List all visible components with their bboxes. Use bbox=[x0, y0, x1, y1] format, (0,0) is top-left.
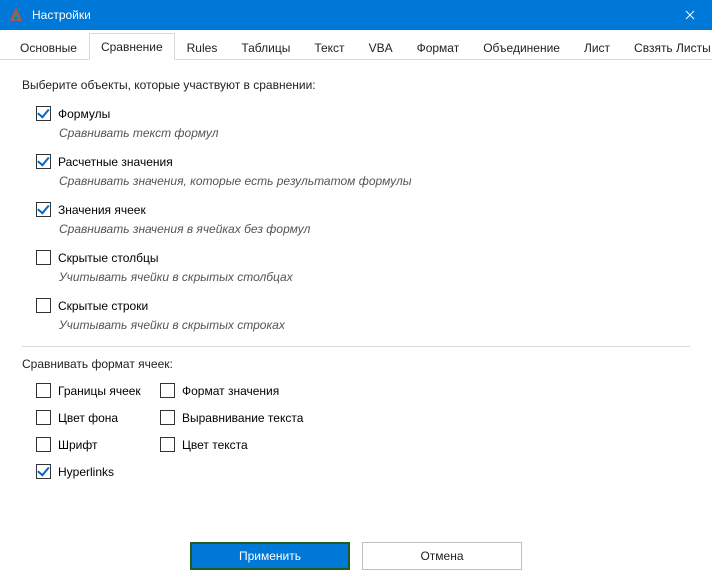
checkbox-label: Скрытые строки bbox=[58, 299, 148, 313]
apply-button[interactable]: Применить bbox=[190, 542, 350, 570]
checkbox-label: Hyperlinks bbox=[58, 465, 114, 479]
titlebar: Настройки bbox=[0, 0, 712, 30]
format-grid: Границы ячеек Формат значения Цвет фона … bbox=[36, 383, 690, 479]
intro-text: Выберите объекты, которые участвуют в ср… bbox=[22, 78, 690, 92]
checkbox-font[interactable] bbox=[36, 437, 51, 452]
option-desc: Учитывать ячейки в скрытых столбцах bbox=[59, 270, 690, 284]
option-hidden-cols: Скрытые столбцы Учитывать ячейки в скрыт… bbox=[36, 250, 690, 284]
option-desc: Сравнивать значения, которые есть резуль… bbox=[59, 174, 690, 188]
tabstrip: Основные Сравнение Rules Таблицы Текст V… bbox=[0, 30, 712, 60]
checkbox-hidden-rows[interactable] bbox=[36, 298, 51, 313]
format-option-align: Выравнивание текста bbox=[160, 410, 340, 425]
tab-content: Выберите объекты, которые участвуют в ср… bbox=[0, 60, 712, 530]
checkbox-hyperlinks[interactable] bbox=[36, 464, 51, 479]
checkbox-label: Шрифт bbox=[58, 438, 97, 452]
checkbox-calculated[interactable] bbox=[36, 154, 51, 169]
close-button[interactable] bbox=[667, 0, 712, 30]
checkbox-label: Выравнивание текста bbox=[182, 411, 303, 425]
checkbox-text-color[interactable] bbox=[160, 437, 175, 452]
format-option-borders: Границы ячеек bbox=[36, 383, 156, 398]
checkbox-label: Расчетные значения bbox=[58, 155, 173, 169]
tab-format[interactable]: Формат bbox=[405, 34, 472, 60]
format-section-label: Сравнивать формат ячеек: bbox=[22, 357, 690, 371]
checkbox-hidden-cols[interactable] bbox=[36, 250, 51, 265]
tab-text[interactable]: Текст bbox=[302, 34, 356, 60]
tab-compare[interactable]: Сравнение bbox=[89, 33, 175, 60]
footer: Применить Отмена bbox=[0, 530, 712, 582]
checkbox-label: Формулы bbox=[58, 107, 110, 121]
format-option-hyperlinks: Hyperlinks bbox=[36, 464, 156, 479]
option-desc: Сравнивать текст формул bbox=[59, 126, 690, 140]
tab-main[interactable]: Основные bbox=[8, 34, 89, 60]
checkbox-align[interactable] bbox=[160, 410, 175, 425]
checkbox-label: Скрытые столбцы bbox=[58, 251, 159, 265]
format-option-text-color: Цвет текста bbox=[160, 437, 340, 452]
tab-tables[interactable]: Таблицы bbox=[229, 34, 302, 60]
checkbox-label: Цвет фона bbox=[58, 411, 118, 425]
cancel-button[interactable]: Отмена bbox=[362, 542, 522, 570]
checkbox-cell-values[interactable] bbox=[36, 202, 51, 217]
format-option-number-format: Формат значения bbox=[160, 383, 340, 398]
checkbox-label: Цвет текста bbox=[182, 438, 248, 452]
checkbox-label: Значения ячеек bbox=[58, 203, 146, 217]
option-hidden-rows: Скрытые строки Учитывать ячейки в скрыты… bbox=[36, 298, 690, 332]
app-icon bbox=[8, 7, 24, 23]
checkbox-number-format[interactable] bbox=[160, 383, 175, 398]
tab-link-sheets[interactable]: Свзять Листы bbox=[622, 34, 712, 60]
option-desc: Сравнивать значения в ячейках без формул bbox=[59, 222, 690, 236]
tab-merge[interactable]: Объединение bbox=[471, 34, 572, 60]
checkbox-formulas[interactable] bbox=[36, 106, 51, 121]
checkbox-label: Формат значения bbox=[182, 384, 279, 398]
tab-rules[interactable]: Rules bbox=[175, 34, 230, 60]
window-title: Настройки bbox=[32, 8, 667, 22]
divider bbox=[22, 346, 690, 347]
format-option-bgcolor: Цвет фона bbox=[36, 410, 156, 425]
checkbox-bgcolor[interactable] bbox=[36, 410, 51, 425]
option-formulas: Формулы Сравнивать текст формул bbox=[36, 106, 690, 140]
tab-vba[interactable]: VBA bbox=[357, 34, 405, 60]
format-option-font: Шрифт bbox=[36, 437, 156, 452]
checkbox-borders[interactable] bbox=[36, 383, 51, 398]
option-cell-values: Значения ячеек Сравнивать значения в яче… bbox=[36, 202, 690, 236]
checkbox-label: Границы ячеек bbox=[58, 384, 141, 398]
tab-sheet[interactable]: Лист bbox=[572, 34, 622, 60]
option-calculated: Расчетные значения Сравнивать значения, … bbox=[36, 154, 690, 188]
option-desc: Учитывать ячейки в скрытых строках bbox=[59, 318, 690, 332]
